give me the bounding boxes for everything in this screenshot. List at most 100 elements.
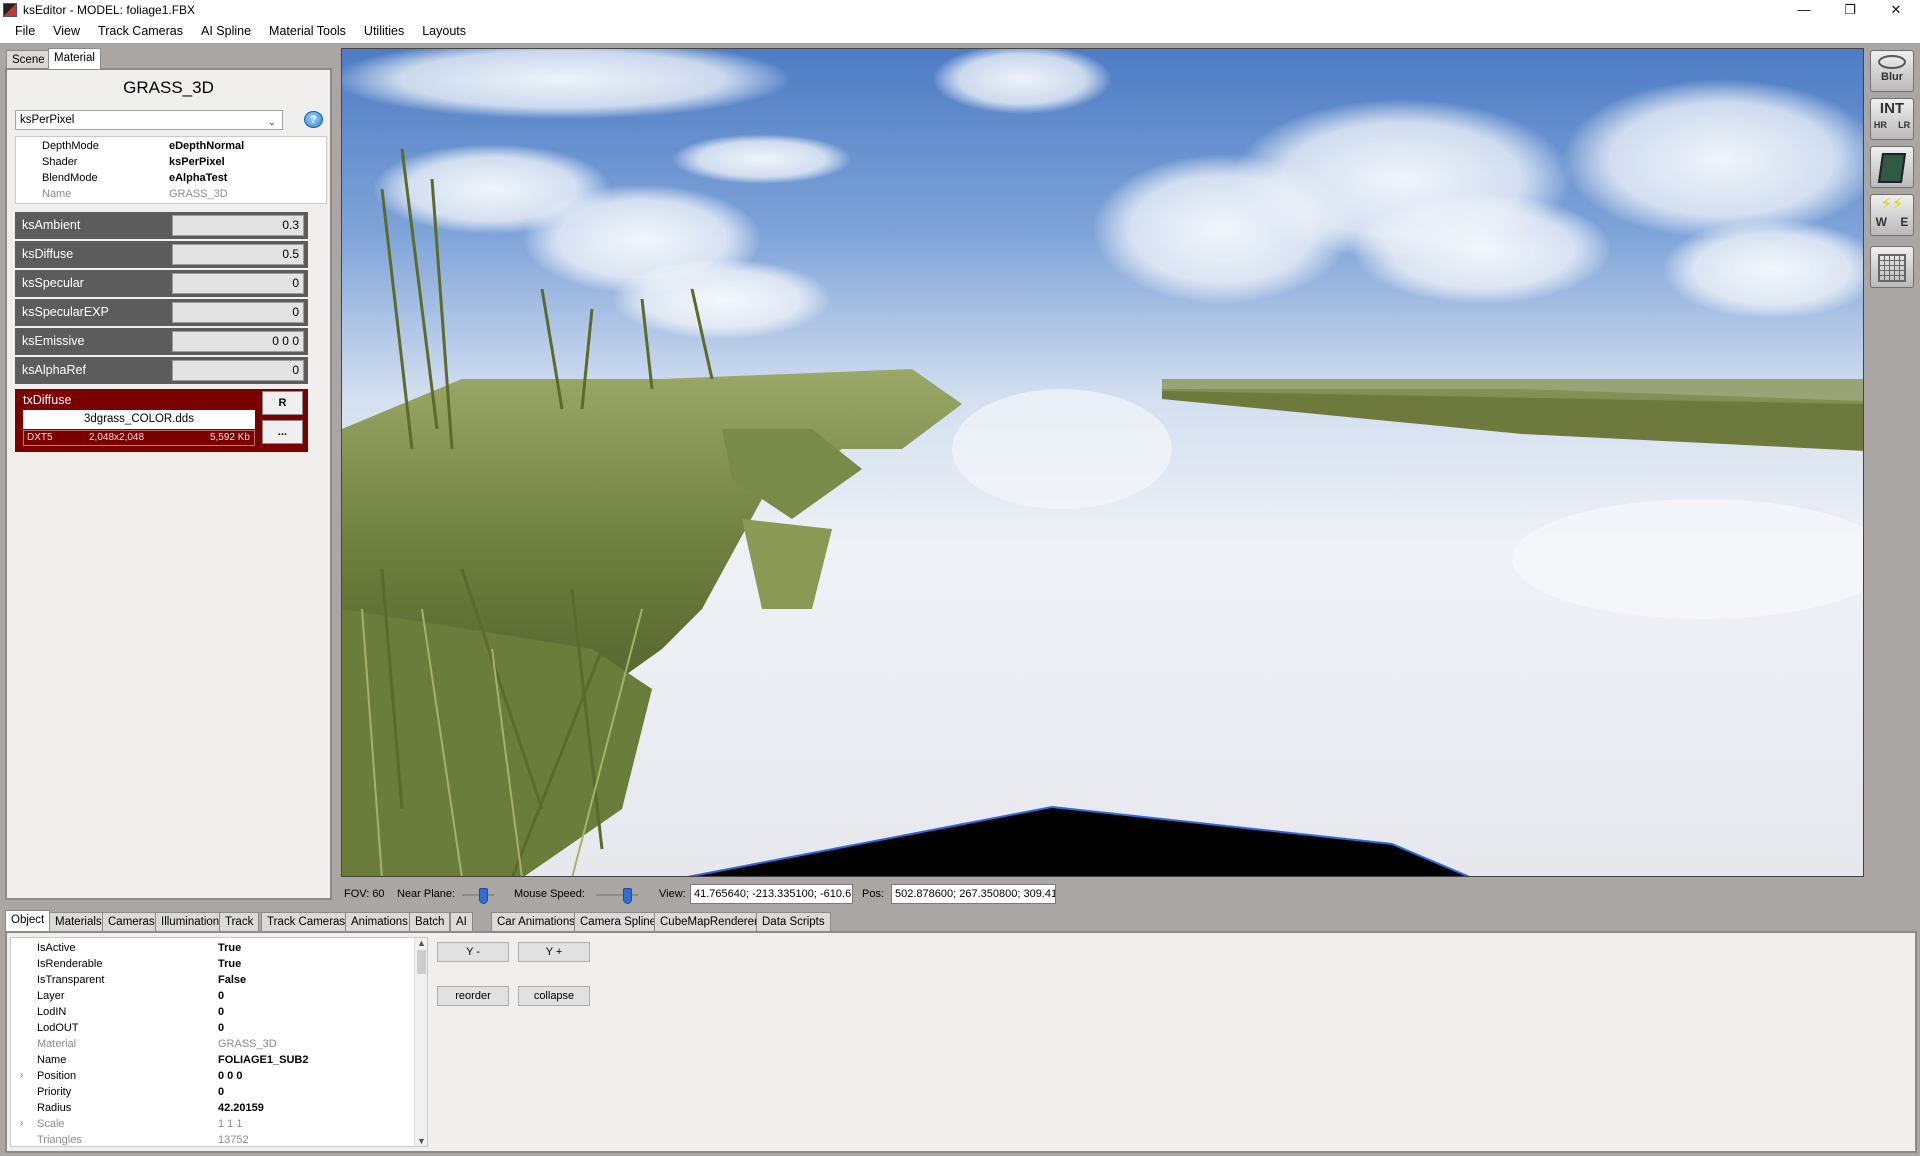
property-row[interactable]: IsActive True bbox=[11, 940, 411, 956]
scroll-thumb[interactable] bbox=[417, 950, 426, 974]
material-title: GRASS_3D bbox=[123, 78, 214, 97]
y-plus-button[interactable]: Y + bbox=[518, 942, 590, 962]
param-value-input[interactable]: 0 0 0 bbox=[172, 331, 304, 352]
tab-illumination[interactable]: Illumination bbox=[155, 912, 226, 931]
near-plane-label: Near Plane: bbox=[397, 888, 456, 900]
texture-kb: 5,592 Kb bbox=[209, 432, 250, 443]
menu-layouts[interactable]: Layouts bbox=[413, 19, 475, 43]
texture-reset-button[interactable]: R bbox=[262, 391, 303, 415]
scroll-up-icon[interactable]: ▲ bbox=[415, 938, 427, 948]
param-value-input[interactable]: 0 bbox=[172, 273, 304, 294]
property-row[interactable]: DepthMode eDepthNormal bbox=[16, 138, 326, 154]
param-value-input[interactable]: 0 bbox=[172, 360, 304, 381]
material-panel: GRASS_3D ksPerPixel ⌄ ? DepthMode eDepth… bbox=[5, 68, 332, 900]
grid-button[interactable] bbox=[1870, 246, 1914, 288]
viewport-status-bar: FOV: 60 Near Plane: Mouse Speed: View: 4… bbox=[341, 882, 1871, 908]
object-property-grid: IsActive True IsRenderable True IsTranspar… bbox=[10, 937, 428, 1147]
minimize-icon[interactable]: — bbox=[1781, 0, 1827, 19]
menu-view[interactable]: View bbox=[44, 19, 89, 43]
property-row[interactable]: BlendMode eAlphaTest bbox=[16, 170, 326, 186]
reorder-button[interactable]: reorder bbox=[437, 986, 509, 1006]
menu-track-cameras[interactable]: Track Cameras bbox=[89, 19, 192, 43]
shader-select-value: ksPerPixel bbox=[20, 114, 75, 126]
menu-utilities[interactable]: Utilities bbox=[355, 19, 413, 43]
property-row[interactable]: Priority 0 bbox=[11, 1084, 411, 1100]
param-value-input[interactable]: 0.5 bbox=[172, 244, 304, 265]
param-label: ksEmissive bbox=[22, 334, 85, 348]
tab-track-cameras[interactable]: Track Cameras bbox=[261, 912, 352, 931]
we-toggle-button[interactable]: ⚡⚡ W E bbox=[1870, 194, 1914, 236]
property-row[interactable]: IsTransparent False bbox=[11, 972, 411, 988]
chevron-right-icon[interactable]: › bbox=[20, 1068, 23, 1084]
lightning-icon: ⚡⚡ bbox=[1880, 196, 1904, 213]
help-icon[interactable]: ? bbox=[304, 111, 323, 128]
property-row[interactable]: Material GRASS_3D bbox=[11, 1036, 411, 1052]
tab-material[interactable]: Material bbox=[48, 48, 101, 69]
close-icon[interactable]: ✕ bbox=[1873, 0, 1919, 19]
tab-data-scripts[interactable]: Data Scripts bbox=[756, 912, 831, 931]
param-label: ksSpecular bbox=[22, 276, 84, 290]
chevron-right-icon[interactable]: › bbox=[20, 1116, 23, 1132]
texture-label: txDiffuse bbox=[23, 393, 72, 407]
menu-file[interactable]: File bbox=[6, 19, 44, 43]
property-row[interactable]: Name FOLIAGE1_SUB2 bbox=[11, 1052, 411, 1068]
window-title: ksEditor - MODEL: foliage1.FBX bbox=[23, 2, 196, 17]
view-field[interactable]: 41.765640; -213.335100; -610.61 bbox=[690, 884, 853, 904]
tab-animations[interactable]: Animations bbox=[345, 912, 414, 931]
property-row[interactable]: › Position 0 0 0 bbox=[11, 1068, 411, 1084]
property-row[interactable]: › Scale 1 1 1 bbox=[11, 1116, 411, 1132]
tab-ai[interactable]: AI bbox=[450, 912, 473, 931]
wireframe-toggle-button[interactable] bbox=[1870, 146, 1914, 188]
tab-batch[interactable]: Batch bbox=[409, 912, 451, 931]
texture-file-name[interactable]: 3dgrass_COLOR.dds bbox=[23, 410, 255, 429]
param-value-input[interactable]: 0.3 bbox=[172, 215, 304, 236]
param-row-ksemissive: ksEmissive 0 0 0 bbox=[15, 328, 308, 355]
collapse-button[interactable]: collapse bbox=[518, 986, 590, 1006]
texture-browse-button[interactable]: ... bbox=[262, 420, 303, 444]
right-toolbar: Blur INT HR LR ⚡⚡ W E bbox=[1868, 48, 1918, 298]
slider-thumb[interactable] bbox=[479, 888, 488, 904]
param-value-input[interactable]: 0 bbox=[172, 302, 304, 323]
property-row[interactable]: Triangles 13752 bbox=[11, 1132, 411, 1146]
tab-cameras[interactable]: Cameras bbox=[102, 912, 161, 931]
scrollbar[interactable]: ▲ ▼ bbox=[414, 938, 427, 1146]
app-icon bbox=[3, 2, 17, 17]
near-plane-slider[interactable] bbox=[462, 888, 494, 904]
menu-bar: File View Track Cameras AI Spline Materi… bbox=[0, 19, 1920, 43]
tab-scene[interactable]: Scene bbox=[6, 50, 51, 69]
tab-track[interactable]: Track bbox=[219, 912, 260, 931]
fov-label: FOV: 60 bbox=[344, 888, 385, 900]
property-row[interactable]: LodIN 0 bbox=[11, 1004, 411, 1020]
tab-object[interactable]: Object bbox=[5, 910, 51, 931]
int-hr-lr-button[interactable]: INT HR LR bbox=[1870, 98, 1914, 140]
property-row[interactable]: LodOUT 0 bbox=[11, 1020, 411, 1036]
param-row-ksdiffuse: ksDiffuse 0.5 bbox=[15, 241, 308, 268]
mouse-speed-label: Mouse Speed: bbox=[514, 888, 585, 900]
property-row[interactable]: Shader ksPerPixel bbox=[16, 154, 326, 170]
tab-car-animations[interactable]: Car Animations bbox=[491, 912, 581, 931]
blur-icon bbox=[1878, 55, 1906, 69]
param-row-ksspecularexp: ksSpecularEXP 0 bbox=[15, 299, 308, 326]
scroll-down-icon[interactable]: ▼ bbox=[415, 1136, 427, 1146]
slider-thumb[interactable] bbox=[623, 888, 632, 904]
tab-cubemaprenderer[interactable]: CubeMapRenderer bbox=[654, 912, 764, 931]
param-row-ksalpharef: ksAlphaRef 0 bbox=[15, 357, 308, 384]
property-row[interactable]: IsRenderable True bbox=[11, 956, 411, 972]
property-row[interactable]: Layer 0 bbox=[11, 988, 411, 1004]
y-minus-button[interactable]: Y - bbox=[437, 942, 509, 962]
mouse-speed-slider[interactable] bbox=[596, 888, 638, 904]
menu-ai-spline[interactable]: AI Spline bbox=[192, 19, 260, 43]
menu-material-tools[interactable]: Material Tools bbox=[260, 19, 355, 43]
restore-icon[interactable]: ❐ bbox=[1827, 0, 1873, 19]
3d-viewport[interactable] bbox=[341, 48, 1864, 877]
property-row[interactable]: Name GRASS_3D bbox=[16, 186, 326, 202]
blur-button[interactable]: Blur bbox=[1870, 50, 1914, 92]
pos-field[interactable]: 502.878600; 267.350800; 309.41 bbox=[891, 884, 1056, 904]
tab-materials[interactable]: Materials bbox=[49, 912, 108, 931]
material-property-grid: DepthMode eDepthNormal Shader ksPerPixel… bbox=[15, 136, 327, 204]
texture-size: 2,048x2,048 bbox=[89, 432, 145, 443]
property-row[interactable]: Radius 42.20159 bbox=[11, 1100, 411, 1116]
shader-select[interactable]: ksPerPixel ⌄ bbox=[15, 110, 283, 130]
texture-info: DXT5 2,048x2,048 5,592 Kb bbox=[23, 430, 255, 446]
tab-camera-spline[interactable]: Camera Spline bbox=[574, 912, 663, 931]
